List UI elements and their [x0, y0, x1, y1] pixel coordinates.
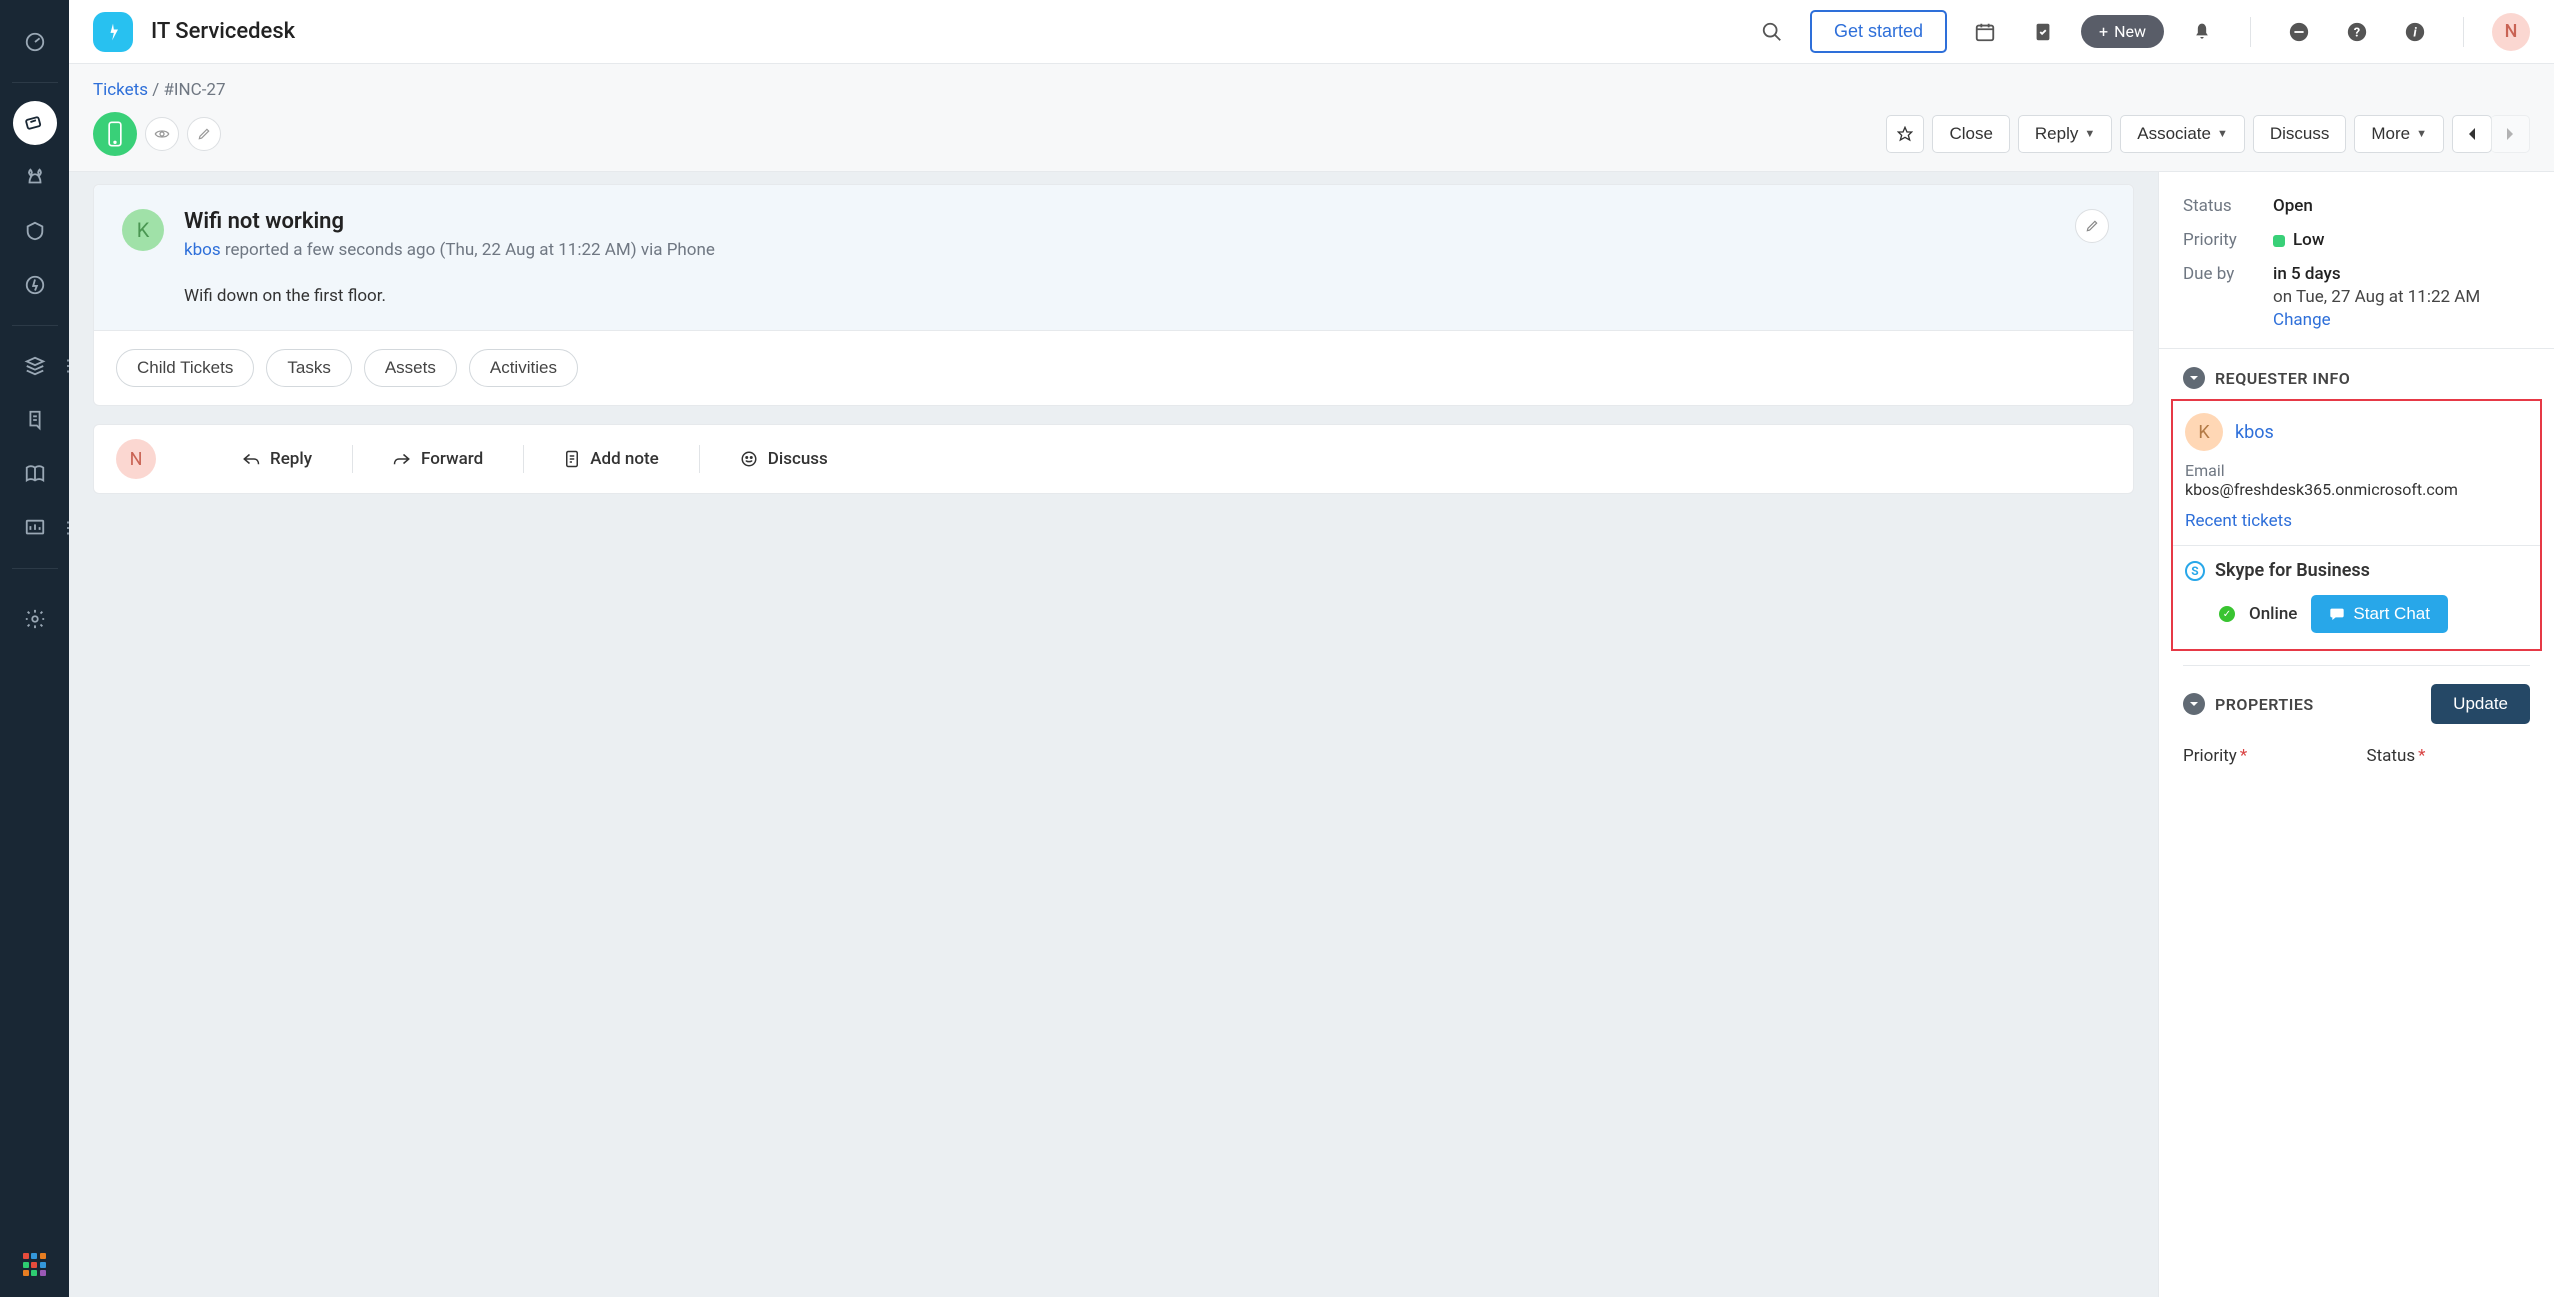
reply-action[interactable]: Reply: [228, 441, 326, 477]
requester-email-label: Email: [2185, 461, 2528, 480]
priority-dot-icon: [2273, 235, 2285, 247]
associate-dropdown-button[interactable]: Associate▼: [2120, 115, 2245, 153]
chevron-down-icon: [2183, 693, 2205, 715]
skype-icon: S: [2185, 561, 2205, 581]
due-by-label: Due by: [2183, 264, 2273, 330]
solutions-icon[interactable]: [13, 398, 57, 442]
requester-name-link[interactable]: kbos: [2235, 422, 2274, 443]
dashboard-icon[interactable]: [13, 20, 57, 64]
priority-field-label: Priority*: [2183, 746, 2347, 766]
breadcrumb-root-link[interactable]: Tickets: [93, 80, 148, 100]
more-dropdown-button[interactable]: More▼: [2354, 115, 2444, 153]
info-icon[interactable]: i: [2395, 12, 2435, 52]
top-header: IT Servicedesk Get started + New: [69, 0, 2554, 64]
edit-subject-icon[interactable]: [187, 117, 221, 151]
freshconnect-icon[interactable]: [2279, 12, 2319, 52]
problems-icon[interactable]: [13, 155, 57, 199]
requester-avatar: K: [2185, 413, 2223, 451]
watchers-icon[interactable]: [145, 117, 179, 151]
skype-label: Skype for Business: [2215, 560, 2370, 581]
tab-activities[interactable]: Activities: [469, 349, 578, 387]
user-avatar[interactable]: N: [2492, 13, 2530, 51]
left-sidebar: ⋮ ⋮: [0, 0, 69, 1297]
tab-tasks[interactable]: Tasks: [266, 349, 351, 387]
ticket-title: Wifi not working: [184, 209, 2105, 234]
ticket-card: K Wifi not working kbos reported a few s…: [93, 184, 2134, 406]
apps-grid-icon[interactable]: [23, 1253, 47, 1277]
change-due-link[interactable]: Change: [2273, 310, 2331, 330]
details-sidebar: Status Open Priority Low Due by in 5 day…: [2158, 172, 2554, 1297]
svg-text:?: ?: [2354, 25, 2360, 40]
online-status-text: Online: [2249, 604, 2297, 624]
status-value[interactable]: Open: [2273, 196, 2313, 216]
status-label: Status: [2183, 196, 2273, 216]
admin-settings-icon[interactable]: [13, 597, 57, 641]
calendar-icon[interactable]: [1965, 12, 2005, 52]
discuss-action[interactable]: Discuss: [726, 441, 842, 477]
cmdb-icon[interactable]: [13, 344, 57, 388]
reply-bar: N Reply Forward Add note: [93, 424, 2134, 494]
requester-info-box: K kbos Email kbos@freshdesk365.onmicroso…: [2171, 399, 2542, 651]
tab-child-tickets[interactable]: Child Tickets: [116, 349, 254, 387]
next-ticket-button[interactable]: [2491, 115, 2530, 153]
chevron-down-icon: [2183, 367, 2205, 389]
add-note-action[interactable]: Add note: [550, 441, 673, 477]
requester-avatar-small: K: [122, 209, 164, 251]
new-button[interactable]: + New: [2081, 15, 2164, 48]
due-by-date: on Tue, 27 Aug at 11:22 AM: [2273, 287, 2480, 307]
breadcrumb-ticket-id: #INC-27: [163, 80, 225, 100]
properties-section-header[interactable]: PROPERTIES: [2183, 693, 2314, 715]
reply-dropdown-button[interactable]: Reply▼: [2018, 115, 2112, 153]
app-title: IT Servicedesk: [151, 19, 295, 44]
recent-tickets-link[interactable]: Recent tickets: [2185, 511, 2528, 531]
tickets-icon[interactable]: [13, 101, 57, 145]
requester-section-header[interactable]: REQUESTER INFO: [2159, 349, 2554, 399]
requester-email: kbos@freshdesk365.onmicrosoft.com: [2185, 480, 2528, 499]
clipboard-check-icon[interactable]: [2023, 12, 2063, 52]
edit-ticket-icon[interactable]: [2075, 209, 2109, 243]
search-icon[interactable]: [1752, 12, 1792, 52]
get-started-button[interactable]: Get started: [1810, 10, 1947, 53]
priority-value[interactable]: Low: [2273, 230, 2324, 250]
releases-icon[interactable]: [13, 263, 57, 307]
tab-assets[interactable]: Assets: [364, 349, 457, 387]
status-field-label: Status*: [2367, 746, 2531, 766]
close-button[interactable]: Close: [1932, 115, 2009, 153]
help-icon[interactable]: ?: [2337, 12, 2377, 52]
breadcrumb: Tickets / #INC-27: [93, 80, 2530, 100]
reports-icon[interactable]: [13, 506, 57, 550]
reporter-link[interactable]: kbos: [184, 240, 221, 260]
reply-user-avatar: N: [116, 439, 156, 479]
source-phone-icon: [93, 112, 137, 156]
update-button[interactable]: Update: [2431, 684, 2530, 724]
app-logo[interactable]: [93, 12, 133, 52]
star-button[interactable]: [1886, 115, 1924, 153]
ticket-description: Wifi down on the first floor.: [184, 286, 2105, 306]
start-chat-button[interactable]: Start Chat: [2311, 595, 2448, 633]
reports-more-icon[interactable]: ⋮: [60, 518, 76, 537]
ticket-meta-text: reported a few seconds ago (Thu, 22 Aug …: [225, 240, 715, 260]
prev-ticket-button[interactable]: [2452, 115, 2492, 153]
plus-icon: +: [2099, 22, 2108, 41]
notifications-icon[interactable]: [2182, 12, 2222, 52]
due-by-value: in 5 days: [2273, 264, 2480, 284]
breadcrumb-bar: Tickets / #INC-27 Close: [69, 64, 2554, 172]
cmdb-more-icon[interactable]: ⋮: [60, 356, 76, 375]
priority-label: Priority: [2183, 230, 2273, 250]
forward-action[interactable]: Forward: [379, 441, 497, 477]
online-status-icon: ✓: [2219, 606, 2235, 622]
changes-icon[interactable]: [13, 209, 57, 253]
discuss-button[interactable]: Discuss: [2253, 115, 2347, 153]
knowledge-icon[interactable]: [13, 452, 57, 496]
